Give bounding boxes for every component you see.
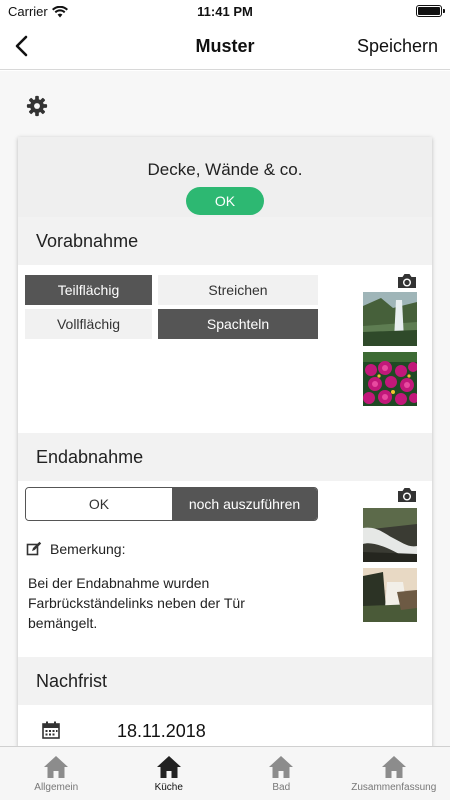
tab-label-zusammenfassung: Zusammenfassung — [351, 782, 437, 793]
battery-icon — [416, 5, 445, 17]
tab-label-allgemein: Allgemein — [34, 782, 79, 793]
tab-label-bad: Bad — [272, 782, 291, 793]
room-status-button[interactable]: OK — [186, 187, 264, 215]
option-spachteln[interactable]: Spachteln — [158, 309, 318, 339]
back-button[interactable] — [6, 30, 36, 62]
vorabnahme-section: Teilflächig Streichen Vollflächig Spacht… — [18, 265, 432, 433]
photo-thumbnail-cliff-waterfall[interactable] — [363, 568, 417, 622]
tab-allgemein[interactable]: Allgemein — [0, 747, 113, 800]
camera-icon[interactable] — [396, 486, 418, 504]
nachfrist-date-row[interactable]: 18.11.2018 — [18, 705, 432, 747]
remark-text: Bei der Endabnahme wurden Farbrückstände… — [28, 575, 245, 631]
content-area[interactable]: Decke, Wände & co. OK Vorabnahme Teilflä… — [0, 71, 450, 747]
tab-label-kueche: Küche — [154, 782, 183, 793]
chevron-left-icon — [15, 35, 28, 57]
tab-bad[interactable]: Bad — [225, 747, 338, 800]
tab-kueche[interactable]: Küche — [113, 747, 226, 800]
camera-icon[interactable] — [396, 272, 418, 290]
calendar-icon — [42, 721, 60, 739]
tab-zusammenfassung[interactable]: Zusammenfassung — [338, 747, 450, 800]
option-vollflaechig[interactable]: Vollflächig — [25, 309, 152, 339]
photo-thumbnail-flowers[interactable] — [363, 352, 417, 406]
remark-header: Bemerkung: — [26, 541, 125, 557]
tab-bar: Allgemein Küche Bad Zusammenfassung — [0, 746, 450, 800]
home-icon — [44, 756, 69, 778]
option-teilflaechig[interactable]: Teilflächig — [25, 275, 152, 305]
home-icon — [381, 756, 406, 778]
room-title: Decke, Wände & co. — [147, 160, 303, 179]
endabnahme-segmented-control: OK noch auszuführen — [25, 487, 318, 521]
photo-thumbnail-stream[interactable] — [363, 508, 417, 562]
section-title-vorabnahme: Vorabnahme — [18, 217, 432, 265]
home-icon — [269, 756, 294, 778]
segment-ok[interactable]: OK — [26, 488, 172, 520]
remark-label: Bemerkung: — [50, 541, 126, 557]
room-card: Decke, Wände & co. OK Vorabnahme Teilflä… — [18, 137, 432, 747]
photo-thumbnail-waterfall[interactable] — [363, 292, 417, 346]
status-time: 11:41 PM — [197, 4, 253, 19]
option-streichen[interactable]: Streichen — [158, 275, 318, 305]
edit-icon — [26, 541, 42, 556]
nachfrist-date: 18.11.2018 — [117, 721, 206, 741]
room-header: Decke, Wände & co. OK — [18, 137, 432, 217]
section-title-nachfrist: Nachfrist — [18, 657, 432, 705]
endabnahme-section: OK noch auszuführen Bemerkung: Bei der E… — [18, 481, 432, 657]
save-button[interactable]: Speichern — [357, 36, 438, 57]
navigation-bar: Muster Speichern — [0, 22, 450, 70]
status-bar: Carrier 11:41 PM — [0, 0, 450, 22]
segment-noch-auszufuehren[interactable]: noch auszuführen — [172, 488, 317, 520]
nachfrist-section: 18.11.2018 — [18, 705, 432, 747]
gear-icon[interactable] — [26, 95, 48, 117]
section-title-endabnahme: Endabnahme — [18, 433, 432, 481]
home-icon — [156, 756, 181, 778]
